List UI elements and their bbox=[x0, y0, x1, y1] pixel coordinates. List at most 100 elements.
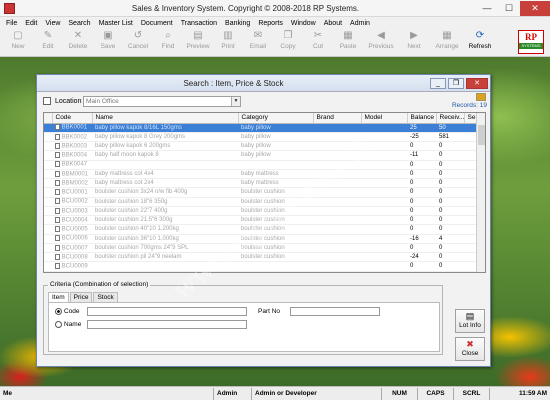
table-row[interactable]: BCU0008 boulster cushion pil 24"9 neelam b… bbox=[44, 252, 477, 263]
table-row[interactable]: BBK0002 baby pillow kapok 8 Grey 200gms ba… bbox=[44, 132, 477, 143]
cut-button[interactable]: ✂ Cut bbox=[304, 29, 332, 50]
menu-edit[interactable]: Edit bbox=[25, 20, 37, 27]
column-header-name[interactable]: Name bbox=[92, 113, 239, 124]
column-header-code[interactable]: Code bbox=[52, 113, 93, 124]
delete-label: Delete bbox=[68, 43, 88, 50]
column-header-brand[interactable]: Brand bbox=[313, 113, 362, 124]
menu-view[interactable]: View bbox=[45, 20, 60, 27]
table-row[interactable]: BCU0009 0 0 bbox=[44, 261, 477, 272]
cell-name-text: baby pillow kapok 8/16L 150gms bbox=[95, 124, 182, 131]
tab-price[interactable]: Price bbox=[69, 292, 93, 302]
cell-balance-text: 0 bbox=[410, 217, 414, 224]
cell-model bbox=[361, 141, 407, 152]
lot-info-button[interactable]: ▤ Lot Info bbox=[455, 309, 485, 333]
menu-document[interactable]: Document bbox=[141, 20, 173, 27]
refresh-label: Refresh bbox=[468, 43, 492, 50]
menu-transaction[interactable]: Transaction bbox=[181, 20, 217, 27]
menu-admin[interactable]: Admin bbox=[350, 20, 370, 27]
cell-brand bbox=[313, 215, 361, 226]
part-no-field[interactable] bbox=[290, 307, 380, 316]
table-row[interactable]: BBK0004 baby half moon kapok 8 baby pillow… bbox=[44, 150, 477, 161]
name-option[interactable]: Name bbox=[55, 321, 81, 328]
menu-about[interactable]: About bbox=[324, 20, 342, 27]
chevron-down-icon[interactable]: ▼ bbox=[231, 97, 240, 106]
maximize-button[interactable]: ☐ bbox=[498, 1, 520, 16]
preview-button[interactable]: ▤ Preview bbox=[184, 29, 212, 50]
items-grid[interactable]: Code Name Category Brand Model Balance R… bbox=[43, 112, 486, 273]
cell-balance: 0 bbox=[407, 169, 436, 180]
arrange-button[interactable]: ▦ Arrange bbox=[430, 29, 464, 50]
menu-window[interactable]: Window bbox=[291, 20, 316, 27]
code-radio[interactable] bbox=[55, 308, 62, 315]
dialog-restore-button[interactable]: ❐ bbox=[448, 77, 464, 89]
print-button[interactable]: ▥ Print bbox=[214, 29, 242, 50]
next-button[interactable]: ▶ Next bbox=[400, 29, 428, 50]
cell-model bbox=[361, 206, 407, 217]
close-dialog-button[interactable]: ✖ Close bbox=[455, 337, 485, 361]
table-row[interactable]: BCU0004 boulster cushion 21.5"6 300g bouls… bbox=[44, 215, 477, 226]
menu-reports[interactable]: Reports bbox=[258, 20, 283, 27]
location-select[interactable]: Main Office ▼ bbox=[83, 96, 241, 107]
cell-name: boulster cushion 3x24 n/w fib 400g bbox=[92, 187, 238, 198]
close-button[interactable]: ✕ bbox=[520, 0, 550, 16]
tab-stock[interactable]: Stock bbox=[93, 292, 118, 302]
dialog-minimize-button[interactable]: _ bbox=[430, 77, 446, 89]
cell-balance-text: 0 bbox=[410, 143, 414, 150]
table-row[interactable]: BBM0002 baby mattress cot 2x4 baby mattres… bbox=[44, 178, 477, 189]
minimize-button[interactable]: — bbox=[476, 1, 498, 16]
table-row[interactable]: BBM0001 baby mattress cot 4x4 baby mattres… bbox=[44, 169, 477, 180]
menu-file[interactable]: File bbox=[6, 20, 17, 27]
scrollbar-thumb[interactable] bbox=[478, 125, 485, 145]
find-button[interactable]: ⌕ Find bbox=[154, 29, 182, 50]
document-icon bbox=[55, 198, 60, 205]
code-option[interactable]: Code bbox=[55, 308, 80, 315]
edit-button[interactable]: ✎ Edit bbox=[34, 29, 62, 50]
cell-balance: 0 bbox=[407, 160, 436, 170]
paste-button[interactable]: ▦ Paste bbox=[334, 29, 362, 50]
tab-item[interactable]: Item bbox=[48, 292, 69, 302]
code-field[interactable] bbox=[87, 307, 247, 316]
column-header-model[interactable]: Model bbox=[361, 113, 408, 124]
menu-search[interactable]: Search bbox=[68, 20, 90, 27]
cell-code-text: BBM0002 bbox=[61, 180, 89, 187]
menu-banking[interactable]: Banking bbox=[225, 20, 250, 27]
table-row[interactable]: BBK0001 baby pillow kapok 8/16L 150gms bab… bbox=[44, 123, 477, 133]
menu-master-list[interactable]: Master List bbox=[99, 20, 133, 27]
email-button[interactable]: ✉ Email bbox=[244, 29, 272, 50]
cell-balance-text: 0 bbox=[410, 189, 414, 196]
location-checkbox[interactable] bbox=[43, 97, 51, 105]
name-field[interactable] bbox=[87, 320, 247, 329]
cell-code-text: BBK0001 bbox=[61, 124, 88, 131]
new-label: New bbox=[11, 43, 25, 50]
name-radio[interactable] bbox=[55, 321, 62, 328]
table-row[interactable]: BCU0002 boulster cushion 18"6 350g boulste… bbox=[44, 197, 477, 207]
table-row[interactable]: BCU0006 boulster cushion 36"10 1,000kg bou… bbox=[44, 234, 477, 244]
document-icon bbox=[55, 244, 60, 251]
cell-name-text: boulster cushion 3x24 n/w fib 400g bbox=[95, 189, 188, 196]
column-header-receiving[interactable]: Receiv... bbox=[436, 113, 465, 124]
cell-name-text: baby half moon kapok 8 bbox=[95, 152, 159, 159]
cell-name-text: boulster cushion 21.5"6 300g bbox=[95, 217, 173, 224]
cell-code: BBK0047 bbox=[52, 160, 92, 170]
cell-name-text: boulster cushion 700gms 24"9 SPL bbox=[95, 244, 189, 251]
status-group: Admin or Developer bbox=[252, 387, 382, 400]
save-button[interactable]: ▣ Save bbox=[94, 29, 122, 50]
table-row[interactable]: BBK0047 0 0 bbox=[44, 160, 477, 170]
copy-button[interactable]: ❐ Copy bbox=[274, 29, 302, 50]
new-button[interactable]: ▢ New bbox=[4, 29, 32, 50]
delete-button[interactable]: ✕ Delete bbox=[64, 29, 92, 50]
dialog-close-button[interactable]: ✕ bbox=[466, 77, 488, 89]
table-row[interactable]: BCU0003 boulster cushion 22"7 400g boulste… bbox=[44, 206, 477, 217]
column-header-category[interactable]: Category bbox=[238, 113, 314, 124]
column-header-balance[interactable]: Balance bbox=[407, 113, 437, 124]
table-row[interactable]: BCU0001 boulster cushion 3x24 n/w fib 400… bbox=[44, 187, 477, 198]
cell-code-text: BBK0047 bbox=[61, 161, 88, 168]
grid-vertical-scrollbar[interactable] bbox=[476, 113, 485, 272]
table-row[interactable]: BCU0005 boulster cushion 40"10 1,200kg bou… bbox=[44, 224, 477, 235]
refresh-button[interactable]: ⟳ Refresh bbox=[466, 29, 494, 50]
previous-button[interactable]: ◀ Previous bbox=[364, 29, 398, 50]
cell-category: baby pillow bbox=[238, 132, 313, 143]
table-row[interactable]: BCU0007 boulster cushion 700gms 24"9 SPL b… bbox=[44, 243, 477, 254]
cancel-button[interactable]: ↺ Cancel bbox=[124, 29, 152, 50]
table-row[interactable]: BBK0003 baby pillow kapok 6 200gms baby pi… bbox=[44, 141, 477, 152]
